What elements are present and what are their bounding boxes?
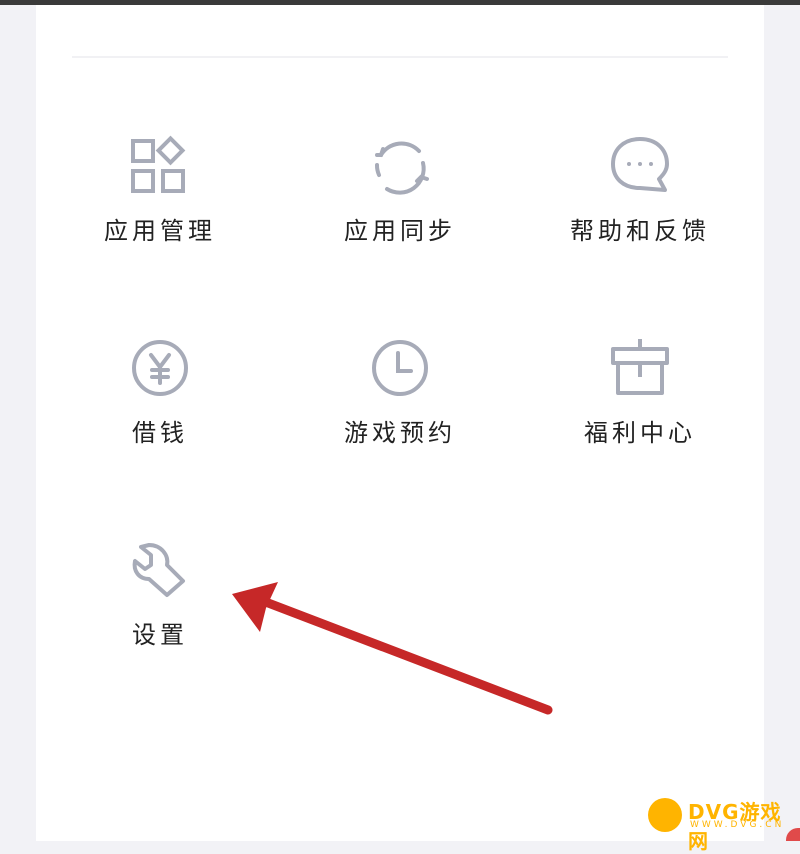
yen-circle-icon bbox=[127, 335, 193, 401]
menu-item-label: 借钱 bbox=[132, 419, 188, 447]
menu-item-label: 福利中心 bbox=[584, 419, 696, 447]
apps-grid-icon bbox=[127, 133, 193, 199]
menu-item-welfare-center[interactable]: 福利中心 bbox=[540, 335, 740, 485]
sync-icon bbox=[367, 133, 433, 199]
watermark-logo: DVG游戏网 WWW.DVG.CN bbox=[648, 796, 800, 853]
gift-icon bbox=[607, 335, 673, 401]
menu-item-game-reservation[interactable]: 游戏预约 bbox=[300, 335, 500, 485]
divider bbox=[72, 56, 728, 58]
menu-item-app-management[interactable]: 应用管理 bbox=[60, 133, 260, 283]
menu-item-label: 帮助和反馈 bbox=[570, 217, 710, 245]
menu-item-label: 游戏预约 bbox=[344, 419, 456, 447]
clock-icon bbox=[367, 335, 433, 401]
chat-bubble-icon bbox=[607, 133, 673, 199]
wrench-icon bbox=[127, 537, 193, 603]
menu-item-app-sync[interactable]: 应用同步 bbox=[300, 133, 500, 283]
menu-item-settings[interactable]: 设置 bbox=[60, 537, 260, 687]
menu-item-label: 应用管理 bbox=[104, 217, 216, 245]
menu-item-help-feedback[interactable]: 帮助和反馈 bbox=[540, 133, 740, 283]
menu-item-label: 设置 bbox=[132, 621, 188, 649]
menu-item-borrow-money[interactable]: 借钱 bbox=[60, 335, 260, 485]
menu-item-label: 应用同步 bbox=[344, 217, 456, 245]
gamepad-icon bbox=[648, 798, 682, 832]
watermark-subtext: WWW.DVG.CN bbox=[690, 820, 785, 830]
